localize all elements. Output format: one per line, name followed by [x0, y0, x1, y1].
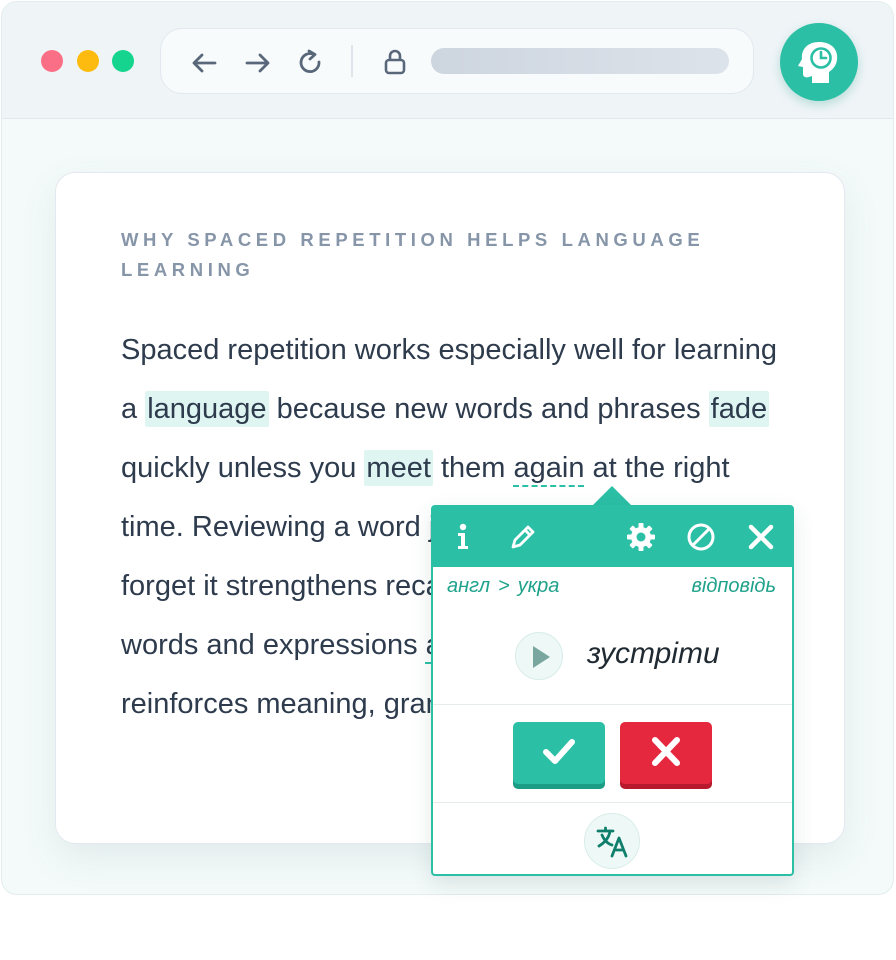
underlined-word[interactable]: again	[513, 452, 584, 484]
language-pair[interactable]: англ > укра	[447, 575, 559, 598]
target-language: укра	[517, 575, 560, 597]
browser-toolbar	[2, 2, 893, 119]
highlighted-word[interactable]: language	[145, 391, 269, 427]
language-separator: >	[498, 575, 510, 597]
translate-icon	[596, 826, 628, 858]
highlighted-word-active[interactable]: meet	[364, 450, 433, 486]
close-icon[interactable]	[745, 521, 777, 553]
extension-button[interactable]	[780, 23, 858, 101]
cross-icon	[652, 737, 680, 766]
block-icon[interactable]	[685, 521, 717, 553]
text-segment: quickly unless you	[121, 452, 365, 484]
forward-arrow-icon[interactable]	[243, 48, 273, 78]
window-maximize-button[interactable]	[112, 50, 134, 72]
reload-icon[interactable]	[296, 48, 326, 78]
gear-icon[interactable]	[625, 521, 657, 553]
toolbar-separator	[351, 45, 353, 77]
translate-button[interactable]	[584, 813, 640, 869]
article-eyebrow: WHY SPACED REPETITION HELPS LANGUAGE LEA…	[121, 229, 705, 280]
divider	[433, 802, 792, 803]
play-icon	[533, 646, 550, 668]
pencil-icon[interactable]	[507, 521, 539, 553]
highlighted-word[interactable]: fade	[708, 391, 770, 427]
lock-icon	[384, 49, 406, 75]
play-audio-button[interactable]	[515, 632, 563, 680]
popup-header	[433, 507, 792, 567]
correct-button[interactable]	[513, 722, 605, 784]
divider	[433, 704, 792, 705]
info-icon[interactable]	[447, 521, 479, 553]
text-segment: them	[432, 452, 514, 484]
text-segment: because new words and phrases	[268, 393, 709, 425]
window-minimize-button[interactable]	[77, 50, 99, 72]
address-bar	[160, 28, 754, 94]
wrong-button[interactable]	[620, 722, 712, 784]
popup-pointer	[592, 486, 632, 506]
translation-text: зустріти	[587, 637, 720, 670]
translation-popup: англ > укра відповідь зустріти	[431, 505, 794, 876]
check-icon	[543, 739, 575, 764]
brain-clock-icon	[798, 42, 838, 83]
source-language: англ	[447, 575, 491, 597]
window-close-button[interactable]	[41, 50, 63, 72]
url-field[interactable]	[431, 48, 729, 74]
answer-link[interactable]: відповідь	[691, 575, 776, 598]
back-arrow-icon[interactable]	[189, 48, 219, 78]
